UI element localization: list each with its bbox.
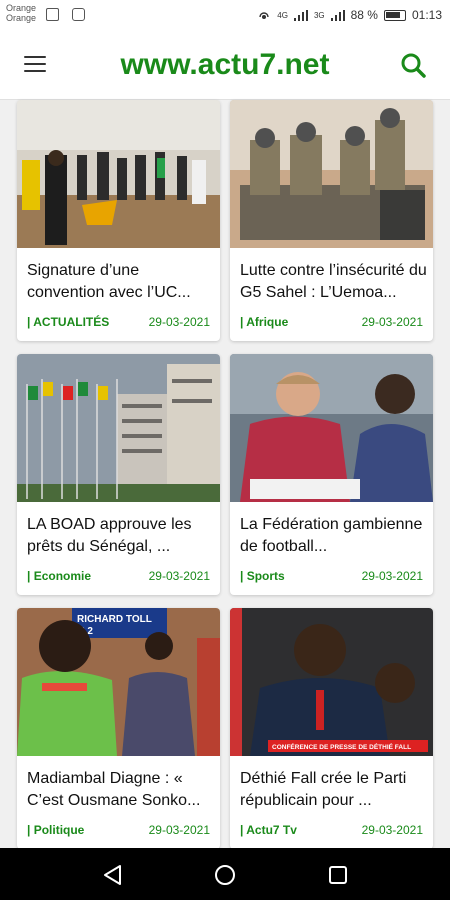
- article-category[interactable]: | Afrique: [240, 315, 288, 329]
- home-circle-icon[interactable]: [214, 864, 236, 886]
- recents-square-icon[interactable]: [327, 864, 349, 886]
- status-right: 4G 3G 88 % 01:13: [257, 8, 442, 22]
- article-date: 29-03-2021: [361, 823, 423, 837]
- article-date: 29-03-2021: [148, 569, 210, 583]
- back-triangle-icon[interactable]: [102, 864, 124, 886]
- article-image: [230, 100, 433, 248]
- signal-bars-1-icon: [293, 9, 308, 21]
- carrier-2: Orange: [6, 13, 37, 23]
- hotspot-icon: [259, 12, 269, 19]
- image-notification-icon: [46, 8, 59, 21]
- signal-bars-2-icon: [330, 9, 345, 21]
- article-category[interactable]: | Actu7 Tv: [240, 823, 297, 837]
- carrier-labels: Orange Orange: [6, 3, 36, 23]
- article-date: 29-03-2021: [361, 315, 423, 329]
- article-title: Signature d’une convention avec l’UC...: [27, 262, 191, 301]
- article-category[interactable]: | ACTUALITÉS: [27, 315, 109, 329]
- article-title: Madiambal Diagne : « C’est Ousmane Sonko…: [27, 770, 201, 809]
- article-image: RICHARD TOLL 8.2: [17, 608, 220, 756]
- article-card[interactable]: LA BOAD approuve les prêts du Sénégal, .…: [17, 354, 220, 595]
- article-card[interactable]: CONFÉRENCE DE PRESSE DE DÉTHIÉ FALL Déth…: [230, 608, 433, 849]
- article-title: LA BOAD approuve les prêts du Sénégal, .…: [27, 516, 192, 555]
- article-date: 29-03-2021: [148, 315, 210, 329]
- status-bar: Orange Orange 4G 3G 88 % 01:13: [0, 0, 450, 32]
- article-date: 29-03-2021: [361, 569, 423, 583]
- carrier-1: Orange: [6, 3, 37, 13]
- article-title: Lutte contre l’insécurité du G5 Sahel : …: [240, 262, 427, 301]
- tv-banner-text: CONFÉRENCE DE PRESSE DE DÉTHIÉ FALL: [272, 742, 411, 751]
- tv-sign-text: RICHARD TOLL: [77, 614, 152, 625]
- battery-percent: 88 %: [350, 8, 378, 22]
- article-image: CONFÉRENCE DE PRESSE DE DÉTHIÉ FALL: [230, 608, 433, 756]
- app-bar: www.actu7.net: [0, 32, 450, 100]
- article-category[interactable]: | Politique: [27, 823, 84, 837]
- article-card[interactable]: Lutte contre l’insécurité du G5 Sahel : …: [230, 100, 433, 341]
- clock: 01:13: [411, 8, 442, 22]
- article-title: La Fédération gambienne de football...: [240, 516, 423, 555]
- article-image: [230, 354, 433, 502]
- screenshot-notification-icon: [72, 8, 85, 21]
- site-brand[interactable]: www.actu7.net: [0, 48, 450, 82]
- article-category[interactable]: | Economie: [27, 569, 91, 583]
- article-image: [17, 354, 220, 502]
- article-image: [17, 100, 220, 248]
- article-card[interactable]: Signature d’une convention avec l’UC... …: [17, 100, 220, 341]
- article-category[interactable]: | Sports: [240, 569, 285, 583]
- article-card[interactable]: La Fédération gambienne de football... |…: [230, 354, 433, 595]
- article-date: 29-03-2021: [148, 823, 210, 837]
- search-icon[interactable]: [400, 52, 426, 78]
- signal-1-label: 4G: [277, 10, 288, 20]
- signal-2-label: 3G: [313, 10, 325, 20]
- system-nav-bar: [0, 848, 450, 900]
- article-card[interactable]: RICHARD TOLL 8.2 Madiambal Diagne : « C’…: [17, 608, 220, 849]
- battery-icon: [383, 9, 406, 21]
- article-title: Déthié Fall crée le Parti républicain po…: [240, 770, 407, 809]
